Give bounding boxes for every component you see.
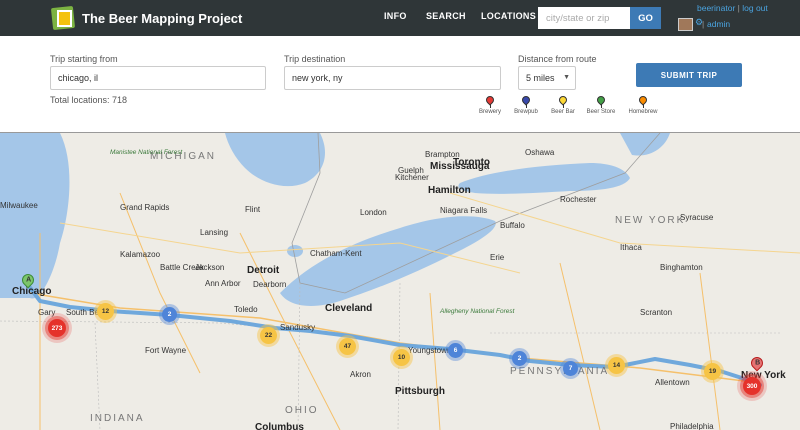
city-label: Dearborn	[253, 280, 287, 289]
city-label: Philadelphia	[670, 422, 714, 430]
legend-brewpub: Brewpub	[506, 94, 546, 115]
city-label: Chicago	[12, 286, 52, 297]
trip-planner-form: Trip starting from Trip destination Dist…	[0, 36, 800, 133]
beer-bar-pin-icon	[557, 94, 569, 106]
location-cluster[interactable]: 2	[512, 351, 527, 366]
location-cluster[interactable]: 47	[339, 338, 356, 355]
caret-down-icon: ▼	[563, 74, 570, 81]
city-label: Akron	[350, 370, 371, 379]
city-label: Guelph	[398, 166, 424, 175]
city-label: Columbus	[255, 422, 304, 430]
city-label: Buffalo	[500, 221, 525, 230]
top-navbar: The Beer Mapping Project INFO SEARCH LOC…	[0, 0, 800, 36]
city-label: Cleveland	[325, 303, 373, 314]
region-label: PENNSYLVANIA	[510, 366, 610, 377]
location-cluster[interactable]: 7	[563, 361, 578, 376]
user-links: beerinator | log out	[697, 3, 768, 13]
city-label: Hamilton	[428, 185, 471, 196]
city-label: Flint	[245, 205, 261, 214]
city-label: Brampton	[425, 150, 460, 159]
region-label: INDIANA	[90, 413, 145, 424]
city-label: Allentown	[655, 378, 690, 387]
city-label: Niagara Falls	[440, 206, 488, 215]
legend-beer-store: Beer Store	[581, 94, 621, 115]
city-label: Rochester	[560, 195, 597, 204]
admin-link[interactable]: admin	[707, 19, 730, 29]
legend-homebrew: Homebrew	[623, 94, 663, 115]
location-cluster[interactable]: 10	[393, 349, 410, 366]
homebrew-pin-icon	[637, 94, 649, 106]
nav-locations[interactable]: LOCATIONS	[481, 11, 536, 21]
brand-home-link[interactable]: The Beer Mapping Project	[50, 4, 242, 32]
distance-select[interactable]: 5 miles ▼	[518, 66, 576, 90]
forest-label: Manistee National Forest	[110, 149, 183, 156]
city-label: Syracuse	[680, 213, 714, 222]
city-label: Chatham-Kent	[310, 249, 362, 258]
brewery-pin-icon	[484, 94, 496, 106]
brand-title: The Beer Mapping Project	[82, 10, 243, 26]
region-label: NEW YORK	[615, 215, 686, 226]
location-cluster[interactable]: 273	[48, 319, 66, 337]
separator: |	[737, 3, 740, 13]
city-label: Jackson	[195, 263, 225, 272]
city-label: Binghamton	[660, 263, 703, 272]
total-locations: Total locations: 718	[50, 95, 128, 105]
logout-link[interactable]: log out	[742, 3, 768, 13]
beer-store-pin-icon	[595, 94, 607, 106]
city-label: Detroit	[247, 265, 280, 276]
brewpub-pin-icon	[520, 94, 532, 106]
legend-brewery: Brewery	[470, 94, 510, 115]
location-search-input[interactable]	[538, 7, 630, 29]
separator: |	[702, 19, 705, 29]
location-cluster[interactable]: 12	[97, 303, 114, 320]
city-label: London	[360, 208, 387, 217]
trip-start-input[interactable]	[50, 66, 266, 90]
start-label: Trip starting from	[50, 54, 118, 64]
city-label: Gary	[38, 308, 56, 317]
location-cluster[interactable]: 300	[743, 377, 761, 395]
location-cluster[interactable]: 22	[260, 327, 277, 344]
city-label: Ann Arbor	[205, 279, 241, 288]
username-link[interactable]: beerinator	[697, 3, 735, 13]
city-label: Pittsburgh	[395, 386, 445, 397]
city-label: Erie	[490, 253, 505, 262]
city-label: Fort Wayne	[145, 346, 187, 355]
nav-search[interactable]: SEARCH	[426, 11, 466, 21]
city-label: Grand Rapids	[120, 203, 170, 212]
nav-info[interactable]: INFO	[384, 11, 407, 21]
city-label: Scranton	[640, 308, 673, 317]
location-cluster[interactable]: 6	[448, 343, 463, 358]
location-cluster[interactable]: 2	[162, 307, 177, 322]
city-label: Oshawa	[525, 148, 555, 157]
city-label: Sandusky	[280, 323, 316, 332]
region-label: OHIO	[285, 405, 319, 416]
city-label: Kalamazoo	[120, 250, 161, 259]
city-label: Youngstown	[408, 346, 452, 355]
search-go-button[interactable]: GO	[630, 7, 661, 29]
beer-map-logo-icon	[50, 5, 76, 31]
trip-destination-input[interactable]	[284, 66, 501, 90]
destination-label: Trip destination	[284, 54, 346, 64]
location-cluster[interactable]: 14	[608, 357, 625, 374]
city-label: Lansing	[200, 228, 229, 237]
city-label: Ithaca	[620, 243, 642, 252]
forest-label: Allegheny National Forest	[440, 308, 515, 315]
location-cluster[interactable]: 19	[704, 363, 721, 380]
legend-beer-bar: Beer Bar	[543, 94, 583, 115]
distance-label: Distance from route	[518, 54, 597, 64]
user-avatar[interactable]	[678, 18, 693, 31]
submit-trip-button[interactable]: SUBMIT TRIP	[636, 63, 742, 87]
city-label: Milwaukee	[0, 201, 38, 210]
city-label: Toledo	[234, 305, 258, 314]
distance-value: 5 miles	[526, 73, 555, 83]
route-map[interactable]: MICHIGAN NEW YORK INDIANA OHIO PENNSYLVA…	[0, 133, 800, 430]
